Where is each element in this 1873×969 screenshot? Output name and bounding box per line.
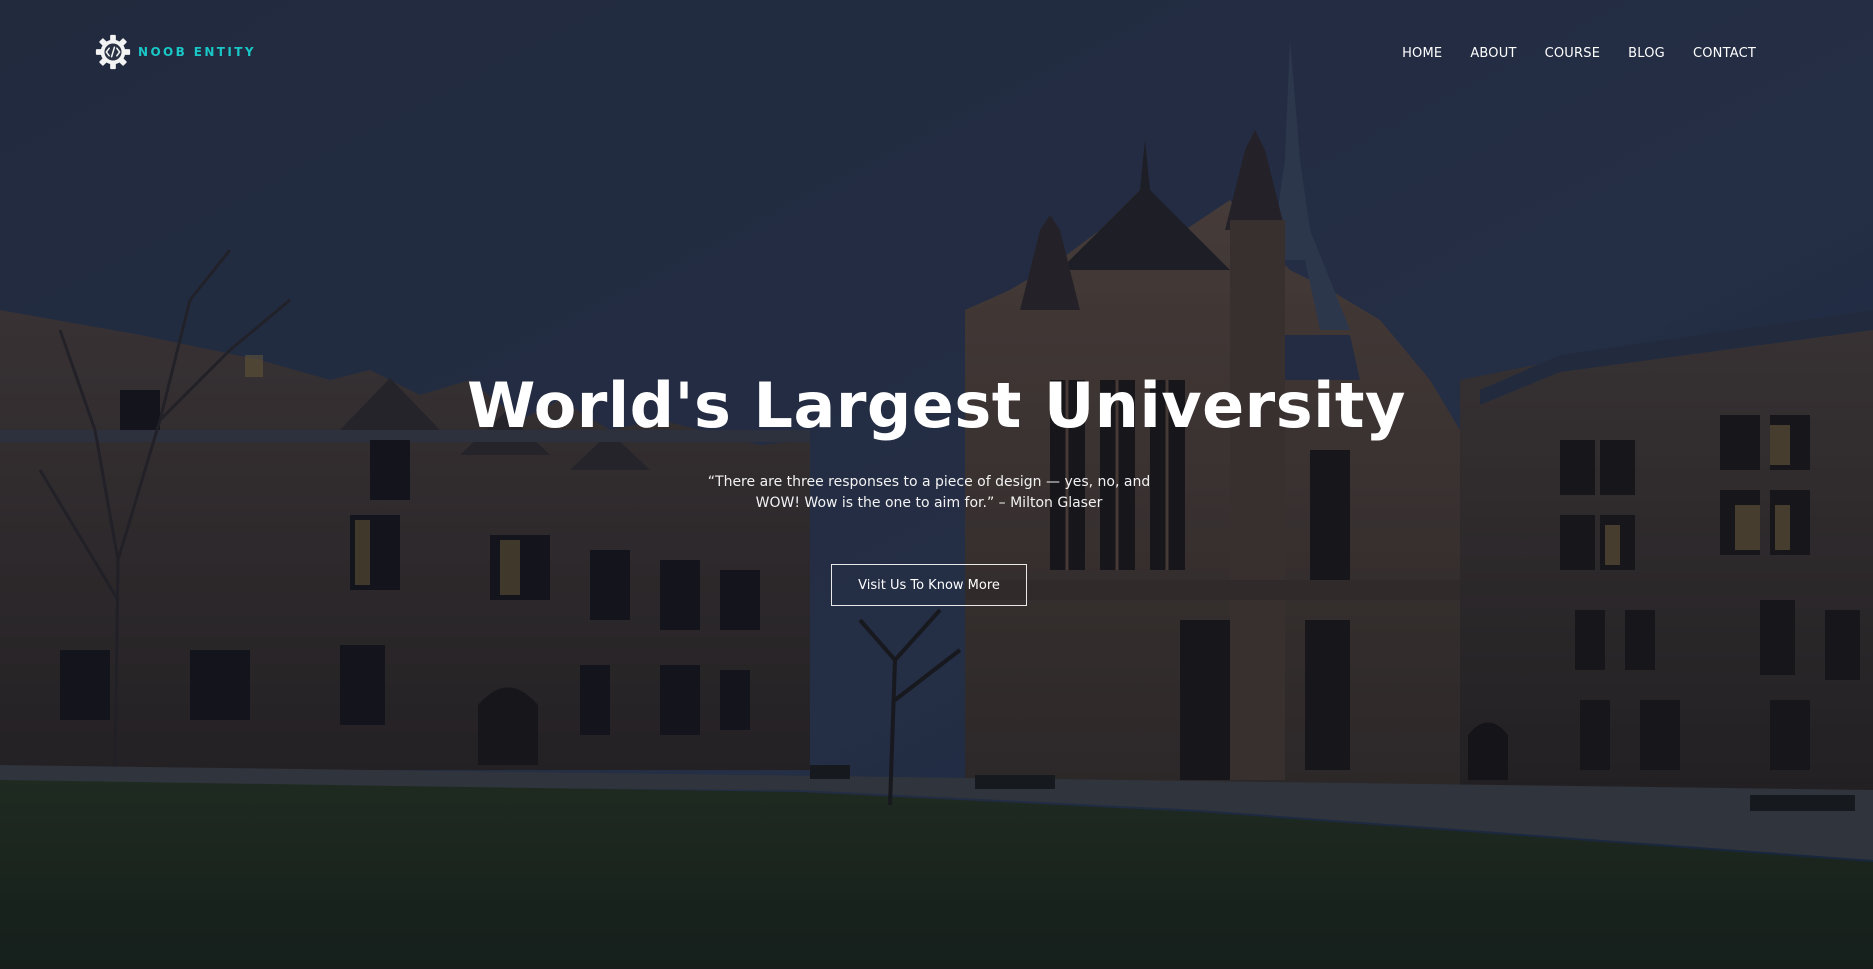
hero-content: World's Largest University “There are th…	[0, 0, 1873, 969]
visit-us-button[interactable]: Visit Us To Know More	[831, 564, 1027, 606]
hero-quote: “There are three responses to a piece of…	[707, 474, 1151, 511]
hero-section: NOOB ENTITY HOME ABOUT COURSE BLOG CONTA…	[0, 0, 1873, 969]
hero-title: World's Largest University	[467, 369, 1406, 442]
